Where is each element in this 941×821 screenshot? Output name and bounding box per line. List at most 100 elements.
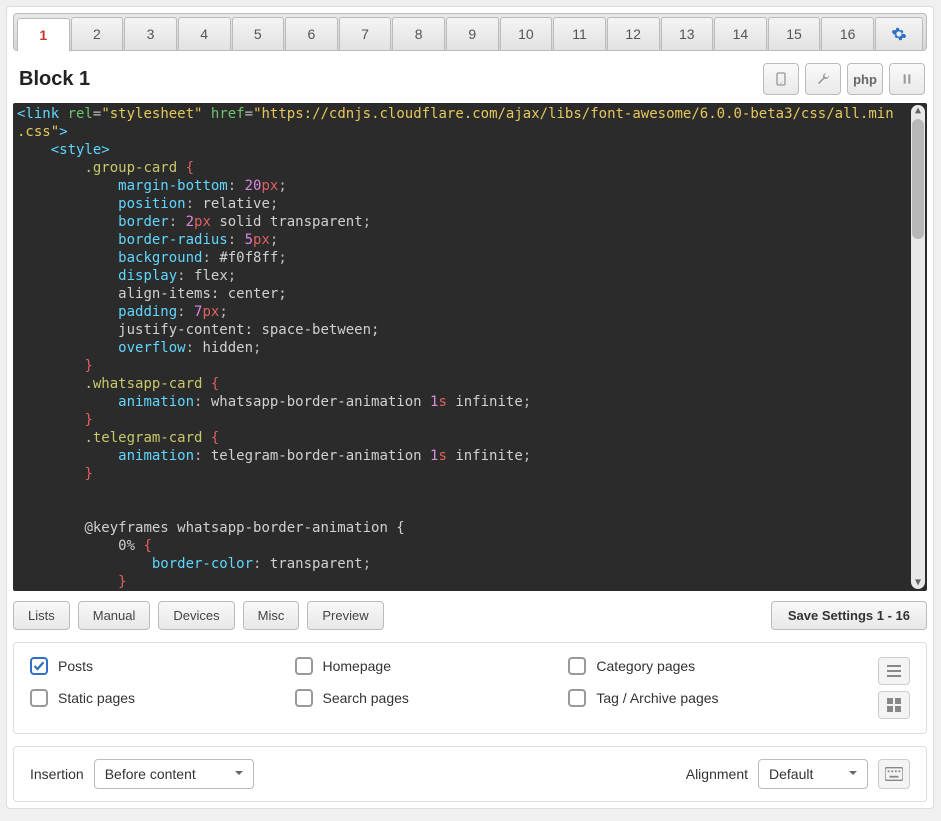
settings-tab[interactable] — [875, 17, 923, 50]
homepage-checkbox[interactable]: Homepage — [295, 657, 409, 675]
tab-15[interactable]: 15 — [768, 17, 821, 50]
alignment-value: Default — [769, 766, 813, 782]
tab-3[interactable]: 3 — [124, 17, 177, 50]
code-line: align-items: center; — [17, 285, 923, 303]
code-line: animation: telegram-border-animation 1s … — [17, 447, 923, 465]
device-preview-button[interactable] — [763, 63, 799, 95]
block-title: Block 1 — [15, 68, 90, 91]
tab-12[interactable]: 12 — [607, 17, 660, 50]
insertion-group: Insertion Before content — [30, 759, 254, 789]
view-mode-buttons — [878, 657, 910, 719]
tab-4[interactable]: 4 — [178, 17, 231, 50]
static-label: Static pages — [58, 690, 135, 706]
category-pages-checkbox[interactable]: Category pages — [568, 657, 718, 675]
chevron-down-icon — [233, 766, 245, 782]
preview-button[interactable]: Preview — [307, 601, 383, 630]
lists-button[interactable]: Lists — [13, 601, 70, 630]
page-type-col-1: Posts Static pages — [30, 657, 135, 707]
tablet-icon — [773, 71, 789, 87]
tab-6[interactable]: 6 — [285, 17, 338, 50]
header-icon-buttons: php — [763, 63, 925, 95]
insertion-row: Insertion Before content Alignment Defau… — [13, 746, 927, 802]
action-button-row: Lists Manual Devices Misc Preview Save S… — [13, 601, 927, 630]
keyboard-icon — [885, 767, 903, 781]
posts-checkbox[interactable]: Posts — [30, 657, 135, 675]
keyboard-button[interactable] — [878, 759, 910, 789]
code-line — [17, 483, 923, 501]
code-line: padding: 7px; — [17, 303, 923, 321]
code-line: background: #f0f8ff; — [17, 249, 923, 267]
code-line: 0% { — [17, 537, 923, 555]
alignment-group: Alignment Default — [686, 759, 910, 789]
page-type-panel: Posts Static pages Homepage Search pages… — [13, 642, 927, 734]
code-line: } — [17, 357, 923, 375]
pause-button[interactable] — [889, 63, 925, 95]
devices-button[interactable]: Devices — [158, 601, 234, 630]
save-settings-button[interactable]: Save Settings 1 - 16 — [771, 601, 927, 630]
gear-icon — [891, 26, 907, 42]
insertion-label: Insertion — [30, 766, 84, 782]
tab-1[interactable]: 1 — [17, 18, 70, 51]
posts-label: Posts — [58, 658, 93, 674]
chevron-down-icon — [847, 766, 859, 782]
check-icon — [33, 660, 45, 672]
tab-10[interactable]: 10 — [500, 17, 553, 50]
scroll-thumb[interactable] — [912, 119, 924, 239]
tab-14[interactable]: 14 — [714, 17, 767, 50]
tab-13[interactable]: 13 — [661, 17, 714, 50]
settings-panel: 12345678910111213141516 Block 1 php <lin… — [6, 6, 934, 809]
tools-button[interactable] — [805, 63, 841, 95]
grid-view-button[interactable] — [878, 691, 910, 719]
tab-5[interactable]: 5 — [232, 17, 285, 50]
php-button[interactable]: php — [847, 63, 883, 95]
code-line: overflow: hidden; — [17, 339, 923, 357]
alignment-select[interactable]: Default — [758, 759, 868, 789]
code-line: border: 2px solid transparent; — [17, 213, 923, 231]
code-line: <link rel="stylesheet" href="https://cdn… — [17, 105, 923, 123]
scroll-down-arrow[interactable]: ▼ — [912, 577, 924, 589]
editor-scrollbar[interactable]: ▲ ▼ — [911, 105, 925, 589]
tag-label: Tag / Archive pages — [596, 690, 718, 706]
alignment-label: Alignment — [686, 766, 748, 782]
tab-2[interactable]: 2 — [71, 17, 124, 50]
homepage-label: Homepage — [323, 658, 392, 674]
misc-button[interactable]: Misc — [243, 601, 300, 630]
tag-archive-checkbox[interactable]: Tag / Archive pages — [568, 689, 718, 707]
static-pages-checkbox[interactable]: Static pages — [30, 689, 135, 707]
tab-8[interactable]: 8 — [392, 17, 445, 50]
search-label: Search pages — [323, 690, 409, 706]
list-view-button[interactable] — [878, 657, 910, 685]
code-line: display: flex; — [17, 267, 923, 285]
scroll-up-arrow[interactable]: ▲ — [912, 105, 924, 117]
block-header: Block 1 php — [13, 59, 927, 103]
code-line: } — [17, 411, 923, 429]
pause-icon — [899, 71, 915, 87]
wrench-icon — [815, 71, 831, 87]
code-line: <style> — [17, 141, 923, 159]
grid-icon — [886, 697, 902, 713]
code-line: animation: whatsapp-border-animation 1s … — [17, 393, 923, 411]
code-line: .telegram-card { — [17, 429, 923, 447]
search-pages-checkbox[interactable]: Search pages — [295, 689, 409, 707]
code-line: position: relative; — [17, 195, 923, 213]
tab-9[interactable]: 9 — [446, 17, 499, 50]
category-label: Category pages — [596, 658, 695, 674]
code-line — [17, 501, 923, 519]
list-icon — [886, 663, 902, 679]
tab-7[interactable]: 7 — [339, 17, 392, 50]
code-line: .group-card { — [17, 159, 923, 177]
code-line: border-radius: 5px; — [17, 231, 923, 249]
code-line: margin-bottom: 20px; — [17, 177, 923, 195]
code-line: justify-content: space-between; — [17, 321, 923, 339]
tab-11[interactable]: 11 — [553, 17, 606, 50]
code-line: } — [17, 573, 923, 591]
block-tabs: 12345678910111213141516 — [13, 13, 927, 51]
code-editor[interactable]: <link rel="stylesheet" href="https://cdn… — [13, 103, 927, 591]
page-type-col-3: Category pages Tag / Archive pages — [568, 657, 718, 707]
code-line: .css"> — [17, 123, 923, 141]
tab-16[interactable]: 16 — [821, 17, 874, 50]
page-type-col-2: Homepage Search pages — [295, 657, 409, 707]
code-line: @keyframes whatsapp-border-animation { — [17, 519, 923, 537]
insertion-select[interactable]: Before content — [94, 759, 254, 789]
manual-button[interactable]: Manual — [78, 601, 151, 630]
